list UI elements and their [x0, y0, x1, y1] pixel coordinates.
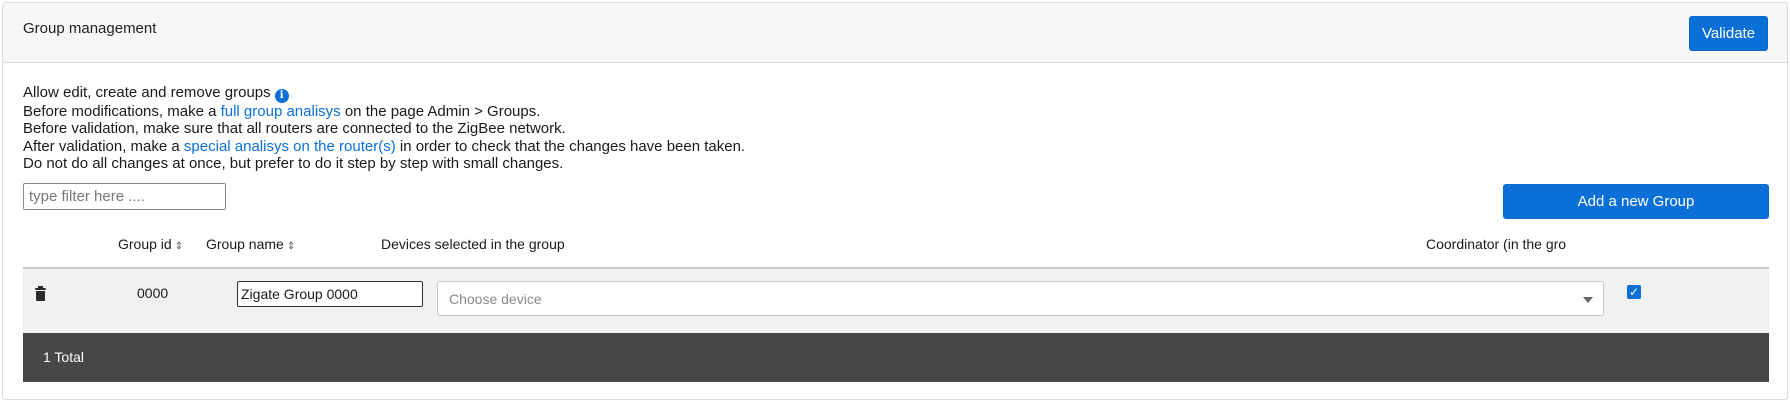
table-row: 0000 Choose device ✓: [23, 269, 1769, 333]
validate-button[interactable]: Validate: [1689, 16, 1768, 51]
group-management-card: Group management Validate Allow edit, cr…: [2, 2, 1788, 400]
device-select[interactable]: Choose device: [437, 281, 1604, 316]
column-header-coordinator: Coordinator (in the gro: [1426, 236, 1567, 252]
instruction-line-3: Before validation, make sure that all ro…: [23, 120, 566, 138]
filter-input[interactable]: [23, 183, 226, 210]
full-group-analysis-link[interactable]: full group analisys: [221, 103, 341, 120]
column-header-group-id[interactable]: Group id ⇕: [118, 236, 183, 252]
page-title: Group management: [23, 20, 157, 37]
group-name-input[interactable]: [237, 281, 423, 307]
instruction-line-4: After validation, make a special analisy…: [23, 137, 746, 155]
trash-icon[interactable]: [35, 286, 46, 301]
column-header-group-name[interactable]: Group name ⇕: [206, 236, 295, 252]
sort-icon: ⇕: [286, 241, 296, 252]
info-icon[interactable]: i: [274, 88, 289, 103]
card-header: Group management Validate: [3, 3, 1787, 63]
instruction-line-1: Allow edit, create and remove groups i: [23, 84, 745, 103]
instruction-line-2: Before modifications, make a full group …: [23, 102, 541, 120]
group-id-cell: 0000: [137, 285, 169, 301]
add-group-button[interactable]: Add a new Group: [1503, 184, 1769, 219]
chevron-down-icon: [1583, 297, 1593, 303]
table-footer: 1 Total: [23, 333, 1769, 382]
instructions: Allow edit, create and remove groups i Be…: [23, 84, 745, 173]
special-analysis-link[interactable]: special analisys on the router(s): [184, 138, 396, 155]
coordinator-checkbox[interactable]: ✓: [1627, 285, 1641, 299]
device-select-placeholder: Choose device: [449, 291, 542, 307]
column-header-devices: Devices selected in the group: [381, 236, 565, 252]
total-count: 1 Total: [43, 349, 84, 365]
sort-icon: ⇕: [174, 241, 184, 252]
instruction-line-5: Do not do all changes at once, but prefe…: [23, 155, 564, 173]
